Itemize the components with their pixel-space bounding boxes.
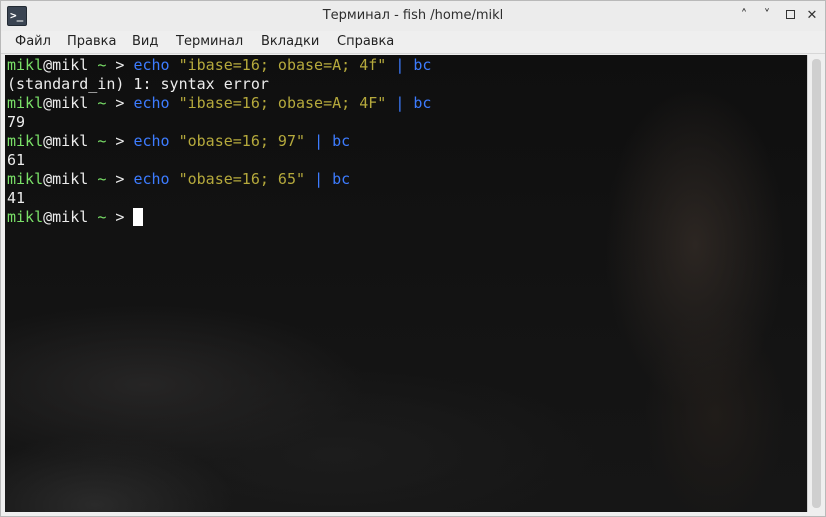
piped-command: bc [332,132,351,150]
command-name: echo [133,94,170,112]
prompt-host: mikl [52,56,89,74]
prompt-cwd: ~ [97,94,107,112]
menu-bar: Файл Правка Вид Терминал Вкладки Справка [1,31,825,54]
piped-command: bc [413,56,432,74]
command-line: mikl@mikl ~ > echo "ibase=16; obase=A; 4… [7,56,431,75]
prompt-user: mikl [7,208,44,226]
command-line: mikl@mikl ~ > echo "obase=16; 97" | bc [7,132,350,151]
command-argument: "obase=16; 65" [178,170,306,188]
prompt-user: mikl [7,170,44,188]
prompt-arrow: > [115,56,125,74]
prompt-arrow: > [115,94,125,112]
command-argument: "ibase=16; obase=A; 4f" [178,56,387,74]
prompt-host: mikl [52,208,89,226]
prompt-cwd: ~ [97,208,107,226]
prompt-arrow: > [115,170,125,188]
command-line: mikl@mikl ~ > echo "ibase=16; obase=A; 4… [7,94,431,113]
prompt-at: @ [43,94,53,112]
piped-command: bc [332,170,351,188]
text-cursor [133,208,144,226]
pipe-symbol: | [314,170,324,188]
menu-terminal[interactable]: Терминал [174,34,245,49]
prompt-cwd: ~ [97,170,107,188]
vertical-scrollbar[interactable] [807,55,825,512]
prompt-at: @ [43,132,53,150]
pipe-symbol: | [395,56,405,74]
command-argument: "ibase=16; obase=A; 4F" [178,94,387,112]
prompt-arrow: > [115,208,125,226]
command-name: echo [133,132,170,150]
prompt-at: @ [43,208,53,226]
output-text: 61 [7,151,26,169]
prompt-host: mikl [52,94,89,112]
menu-view[interactable]: Вид [130,34,160,49]
menu-file[interactable]: Файл [13,34,53,49]
output-line: 79 [7,113,25,132]
close-icon[interactable]: ✕ [803,7,821,25]
pipe-symbol: | [314,132,324,150]
output-text: 79 [7,113,26,131]
title-bar[interactable]: >_ Терминал - fish /home/mikl ˄ ˅ ✕ [1,1,825,31]
output-text: 41 [7,189,26,207]
pipe-symbol: | [395,94,405,112]
prompt-host: mikl [52,170,89,188]
output-line: 61 [7,151,25,170]
command-name: echo [133,170,170,188]
command-line: mikl@mikl ~ > echo "obase=16; 65" | bc [7,170,350,189]
command-argument: "obase=16; 97" [178,132,306,150]
prompt-at: @ [43,56,53,74]
prompt-user: mikl [7,56,44,74]
menu-tabs[interactable]: Вкладки [259,34,321,49]
maximize-icon[interactable] [781,7,799,25]
piped-command: bc [413,94,432,112]
terminal-window: >_ Терминал - fish /home/mikl ˄ ˅ ✕ Файл… [0,0,826,517]
minimize-icon[interactable]: ˄ [735,7,753,25]
prompt-user: mikl [7,94,44,112]
terminal-output[interactable]: mikl@mikl ~ > echo "ibase=16; obase=A; 4… [5,55,807,512]
output-text: (standard_in) 1: syntax error [7,75,269,93]
prompt-arrow: > [115,132,125,150]
command-name: echo [133,56,170,74]
prompt-user: mikl [7,132,44,150]
prompt-cwd: ~ [97,132,107,150]
active-prompt-line: mikl@mikl ~ > [7,208,144,227]
menu-help[interactable]: Справка [335,34,396,49]
output-line: (standard_in) 1: syntax error [7,75,269,94]
window-title: Терминал - fish /home/mikl [322,8,504,23]
scrollbar-thumb[interactable] [812,59,821,508]
prompt-at: @ [43,170,53,188]
output-line: 41 [7,189,25,208]
restore-icon[interactable]: ˅ [758,7,776,25]
prompt-host: mikl [52,132,89,150]
menu-edit[interactable]: Правка [65,34,118,49]
prompt-cwd: ~ [97,56,107,74]
